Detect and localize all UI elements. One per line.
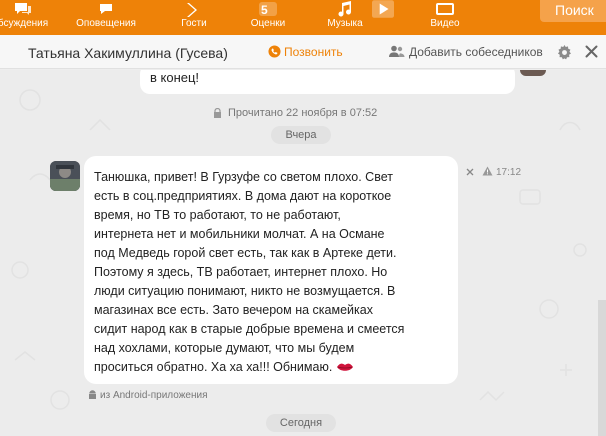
add-people-icon bbox=[389, 45, 405, 57]
read-status-text: Прочитано 22 ноября в 07:52 bbox=[228, 107, 378, 119]
avatar[interactable] bbox=[50, 161, 80, 191]
message-text: Танюшка, привет! В Гурзуфе со светом пло… bbox=[94, 168, 444, 377]
discussions-icon bbox=[15, 3, 31, 15]
nav-discussions[interactable]: бсуждения bbox=[0, 0, 52, 35]
video-icon bbox=[436, 3, 454, 15]
music-icon bbox=[338, 1, 351, 17]
android-icon bbox=[89, 390, 96, 399]
nav-guests[interactable]: Гости bbox=[170, 0, 218, 35]
nav-ratings-label: Оценки bbox=[250, 18, 286, 29]
message-time: 17:12 bbox=[496, 167, 522, 178]
previous-message-bubble: в конец! bbox=[140, 70, 515, 94]
chat-title: Татьяна Хакимуллина (Гусева) bbox=[28, 45, 228, 61]
phone-icon bbox=[268, 45, 281, 58]
ratings-badge: 5 bbox=[261, 3, 268, 17]
previous-message-text: в конец! bbox=[150, 70, 200, 85]
nav-video-label: Видео bbox=[430, 18, 460, 29]
search-button[interactable]: Поиск bbox=[540, 0, 606, 22]
avatar-photo bbox=[50, 161, 80, 191]
music-play-button[interactable] bbox=[370, 0, 396, 35]
nav-ratings[interactable]: 5 Оценки bbox=[244, 0, 292, 35]
call-button[interactable]: Позвонить bbox=[268, 45, 343, 59]
message-body: Танюшка, привет! В Гурзуфе со светом пло… bbox=[94, 170, 405, 374]
add-participants-button[interactable]: Добавить собеседников bbox=[389, 45, 543, 59]
read-status: Прочитано 22 ноября в 07:52 bbox=[212, 107, 377, 119]
messages-area: в конец! Прочитано 22 ноября в 07:52 Вче… bbox=[0, 70, 606, 436]
scrollbar[interactable] bbox=[598, 300, 606, 436]
nav-notifications[interactable]: Оповещения bbox=[74, 0, 138, 35]
nav-discussions-label: бсуждения bbox=[0, 18, 49, 29]
warning-icon[interactable] bbox=[482, 166, 493, 176]
nav-video[interactable]: Видео bbox=[420, 0, 470, 35]
message-source-text: из Android-приложения bbox=[100, 390, 208, 401]
nav-guests-label: Гости bbox=[181, 18, 207, 29]
avatar[interactable] bbox=[520, 70, 546, 76]
ratings-icon: 5 bbox=[259, 2, 277, 17]
call-button-label: Позвонить bbox=[284, 45, 343, 59]
chat-header: Татьяна Хакимуллина (Гусева) Позвонить Д… bbox=[0, 35, 606, 69]
kiss-lips-icon bbox=[336, 363, 353, 371]
close-icon[interactable] bbox=[585, 45, 598, 58]
close-icon[interactable] bbox=[466, 168, 474, 176]
nav-notifications-label: Оповещения bbox=[76, 18, 136, 29]
guests-icon bbox=[187, 3, 197, 17]
notifications-icon bbox=[100, 4, 112, 14]
add-participants-label: Добавить собеседников bbox=[409, 45, 543, 59]
gear-icon[interactable] bbox=[557, 45, 572, 60]
date-separator-yesterday: Вчера bbox=[271, 126, 331, 144]
message-bubble: Танюшка, привет! В Гурзуфе со светом пло… bbox=[84, 156, 458, 384]
lock-icon bbox=[214, 108, 221, 118]
message-source: из Android-приложения bbox=[88, 390, 207, 401]
date-separator-today: Сегодня bbox=[266, 414, 336, 432]
nav-music-label: Музыка bbox=[327, 18, 363, 29]
play-icon bbox=[372, 0, 394, 18]
top-navigation-bar: бсуждения Оповещения Гости 5 Оценки Музы… bbox=[0, 0, 606, 35]
nav-music[interactable]: Музыка bbox=[320, 0, 370, 35]
